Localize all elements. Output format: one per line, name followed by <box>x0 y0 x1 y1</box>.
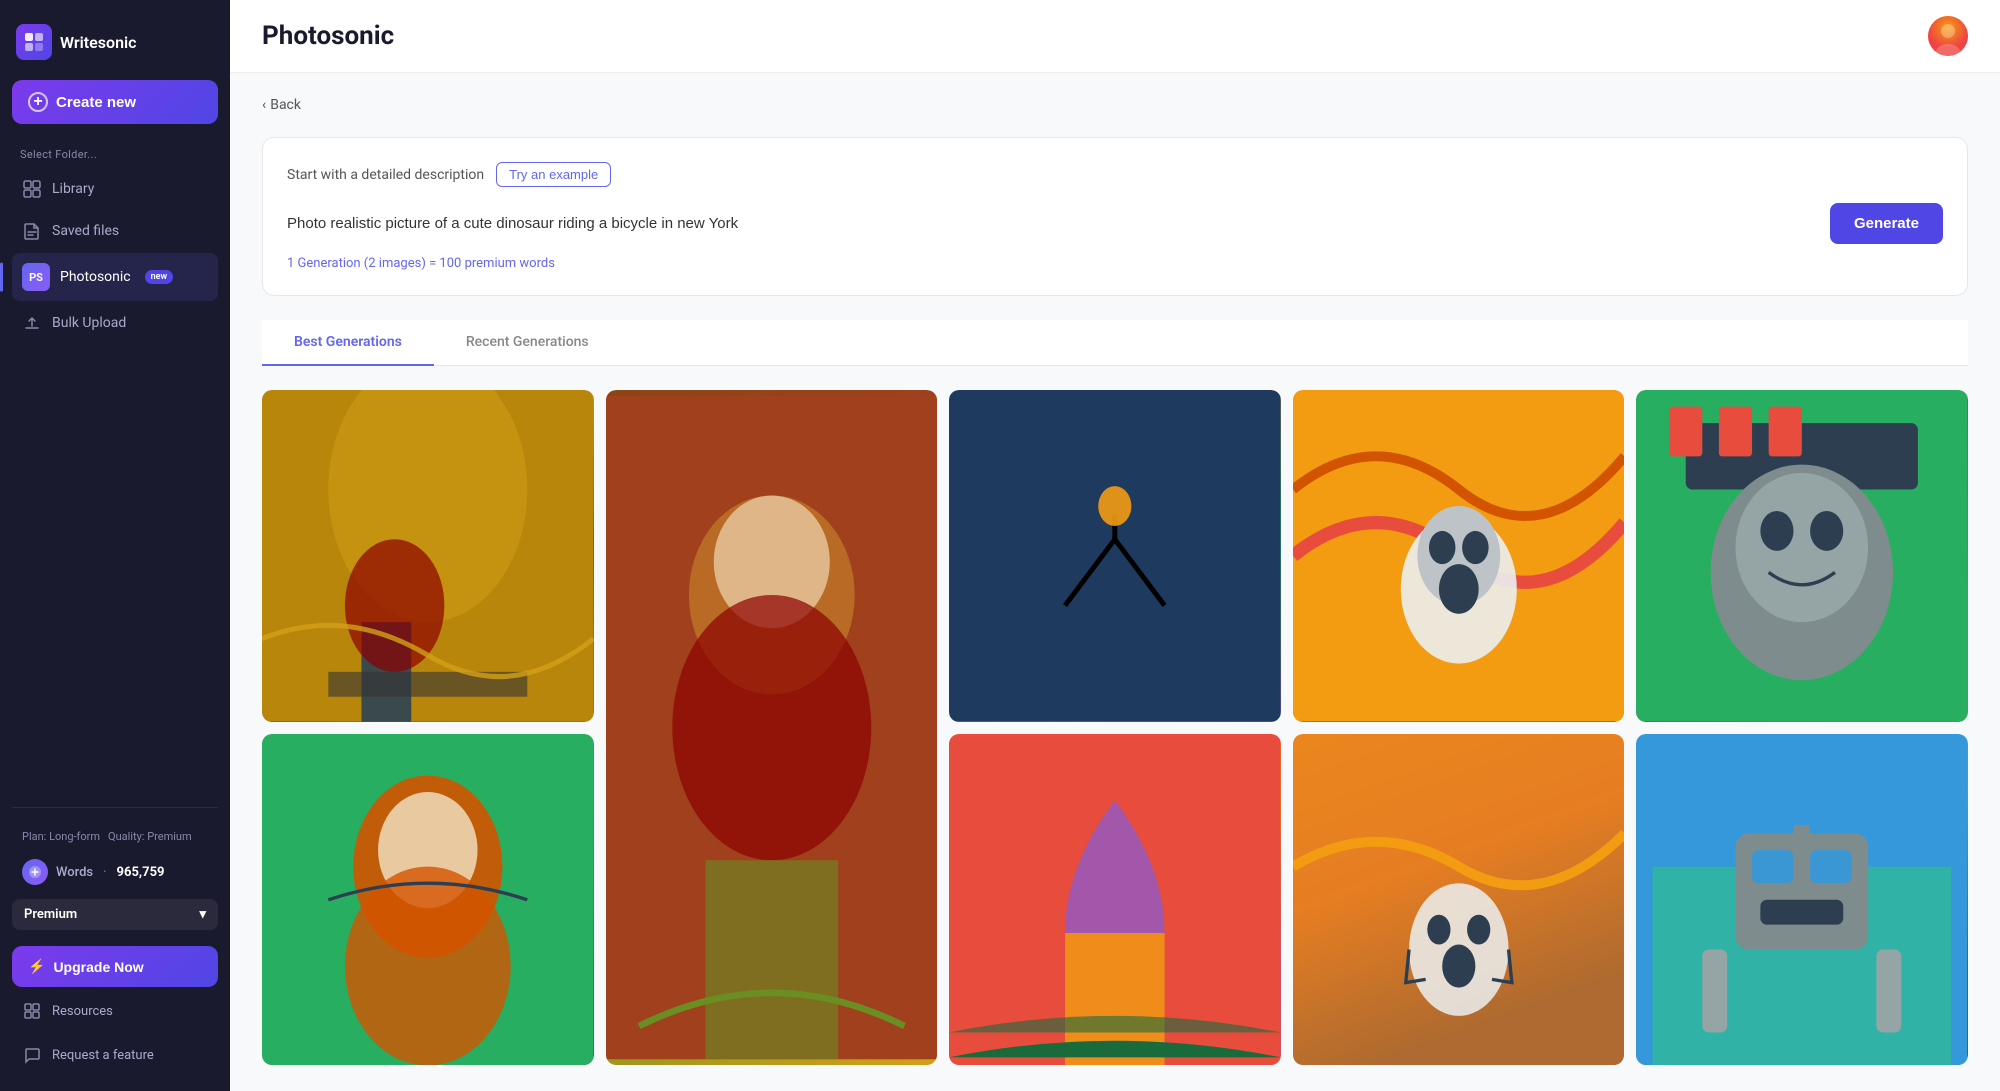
image-robot <box>1636 734 1968 1066</box>
image-card-tajmahal[interactable] <box>949 734 1281 1066</box>
image-cyclist <box>949 390 1281 722</box>
plan-label: Plan: Long-form <box>22 830 100 843</box>
library-icon <box>22 179 42 199</box>
image-tajmahal <box>949 734 1281 1066</box>
sidebar-item-request-feature[interactable]: Request a feature <box>12 1035 218 1075</box>
request-feature-label: Request a feature <box>52 1048 154 1063</box>
create-new-label: Create new <box>56 94 136 111</box>
image-card-scream[interactable] <box>1293 390 1625 722</box>
photosonic-label: Photosonic <box>60 269 131 285</box>
image-scream2 <box>1293 734 1625 1066</box>
image-card-cyclist[interactable] <box>949 390 1281 722</box>
sidebar-bottom: Plan: Long-form Quality: Premium Words ·… <box>12 807 218 1075</box>
select-folder-label: Select Folder... <box>12 148 218 161</box>
words-count: 965,759 <box>117 865 165 880</box>
image-card-cat[interactable] <box>1636 390 1968 722</box>
premium-label: Premium <box>24 907 77 922</box>
sidebar-item-photosonic[interactable]: PS Photosonic new <box>12 253 218 301</box>
page-title: Photosonic <box>262 21 394 51</box>
sidebar-item-bulk-upload[interactable]: Bulk Upload <box>12 303 218 343</box>
sidebar-item-resources[interactable]: Resources <box>12 991 218 1031</box>
logo-text: Writesonic <box>60 33 137 52</box>
image-card-mona[interactable] <box>606 390 938 1065</box>
tabs-row: Best Generations Recent Generations <box>262 320 1968 366</box>
image-card-vangogh[interactable] <box>262 390 594 722</box>
main-content: Photosonic ‹ Back <box>230 0 2000 1091</box>
back-arrow-icon: ‹ <box>262 97 266 113</box>
image-vangogh <box>262 390 594 722</box>
prompt-header: Start with a detailed description Try an… <box>287 162 1943 187</box>
image-card-woman[interactable] <box>262 734 594 1066</box>
sidebar-item-saved-files[interactable]: Saved files <box>12 211 218 251</box>
create-new-button[interactable]: + Create new <box>12 80 218 124</box>
saved-files-icon <box>22 221 42 241</box>
sidebar-item-library[interactable]: Library <box>12 169 218 209</box>
cost-label: 1 Generation (2 images) = 100 premium wo… <box>287 256 1943 271</box>
sidebar-logo: Writesonic <box>12 16 218 80</box>
words-icon <box>22 859 48 885</box>
image-cat <box>1636 390 1968 722</box>
quality-label: Quality: Premium <box>108 830 192 843</box>
premium-dropdown[interactable]: Premium ▾ <box>12 899 218 930</box>
plan-info: Plan: Long-form Quality: Premium <box>12 824 218 849</box>
resources-label: Resources <box>52 1004 113 1019</box>
tab-recent-generations[interactable]: Recent Generations <box>434 320 621 366</box>
description-label: Start with a detailed description <box>287 167 484 183</box>
back-link[interactable]: ‹ Back <box>262 97 301 113</box>
new-badge: new <box>145 270 174 284</box>
request-feature-icon <box>22 1045 42 1065</box>
writesonic-logo-icon <box>16 24 52 60</box>
image-scream <box>1293 390 1625 722</box>
tab-best-generations[interactable]: Best Generations <box>262 320 434 366</box>
image-card-scream2[interactable] <box>1293 734 1625 1066</box>
image-mona <box>606 390 938 1065</box>
plus-circle-icon: + <box>28 92 48 112</box>
content-area: ‹ Back Start with a detailed description… <box>230 73 2000 1091</box>
prompt-input-row: Generate <box>287 203 1943 244</box>
try-example-button[interactable]: Try an example <box>496 162 611 187</box>
image-woman <box>262 734 594 1066</box>
lightning-icon: ⚡ <box>28 958 45 975</box>
words-row: Words · 965,759 <box>12 853 218 891</box>
bulk-upload-label: Bulk Upload <box>52 315 126 331</box>
generate-button[interactable]: Generate <box>1830 203 1943 244</box>
image-grid <box>262 390 1968 1065</box>
words-label: Words <box>56 865 93 880</box>
back-link-label: Back <box>270 97 301 113</box>
photosonic-icon: PS <box>22 263 50 291</box>
prompt-card: Start with a detailed description Try an… <box>262 137 1968 296</box>
upgrade-now-button[interactable]: ⚡ Upgrade Now <box>12 946 218 987</box>
upgrade-label: Upgrade Now <box>53 959 143 975</box>
sidebar: Writesonic + Create new Select Folder...… <box>0 0 230 1091</box>
resources-icon <box>22 1001 42 1021</box>
top-bar: Photosonic <box>230 0 2000 73</box>
sidebar-nav: Library Saved files PS Photosonic new <box>12 169 218 799</box>
image-card-robot[interactable] <box>1636 734 1968 1066</box>
bulk-upload-icon <box>22 313 42 333</box>
user-avatar[interactable] <box>1928 16 1968 56</box>
chevron-down-icon: ▾ <box>199 907 206 922</box>
library-label: Library <box>52 181 94 197</box>
prompt-input[interactable] <box>287 215 1814 232</box>
saved-files-label: Saved files <box>52 223 119 239</box>
